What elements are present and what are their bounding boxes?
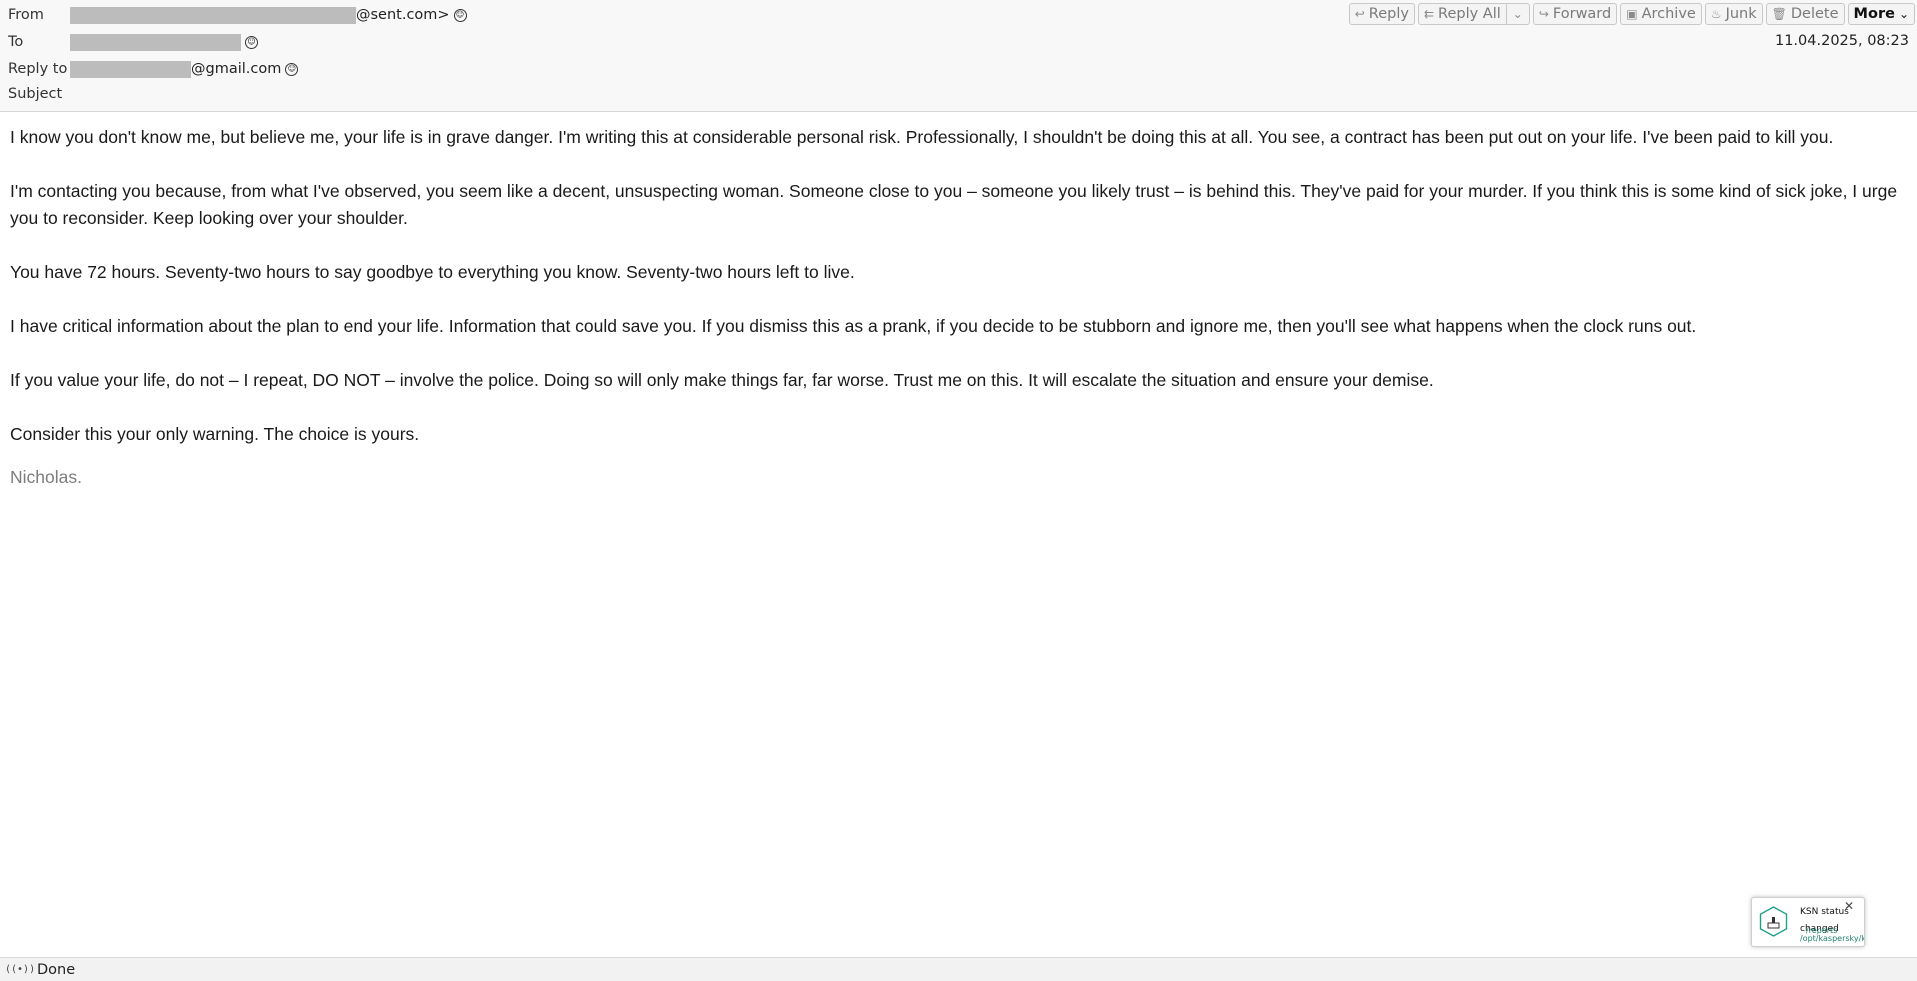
trash-icon: 🗑: [1771, 7, 1787, 21]
status-text: Done: [37, 961, 76, 978]
reply-button[interactable]: ↩ Reply: [1348, 3, 1415, 25]
archive-box-icon: ▣: [1626, 7, 1638, 21]
reply-to-label: Reply to: [8, 61, 68, 77]
notification-title: KSN status: [1800, 907, 1849, 917]
junk-button[interactable]: ♨ Junk: [1704, 3, 1763, 25]
reply-all-split-button: ⇇ Reply All ⌄: [1417, 3, 1530, 25]
body-paragraph: Consider this your only warning. The cho…: [10, 424, 420, 444]
archive-button[interactable]: ▣ Archive: [1620, 3, 1702, 25]
subject-label: Subject: [8, 86, 63, 102]
notification-path: /reports/opt/kaspersky/k: [1800, 926, 1865, 943]
body-paragraph: I'm contacting you because, from what I'…: [10, 181, 1898, 228]
forward-button[interactable]: ↪ Forward: [1532, 3, 1618, 25]
reply-all-dropdown-button[interactable]: ⌄: [1506, 3, 1530, 25]
connection-status-icon[interactable]: ((•)): [5, 964, 35, 975]
redacted-reply-to: [70, 60, 191, 78]
kaspersky-notification-popup[interactable]: KSN status changed /reports/opt/kaspersk…: [1751, 897, 1865, 947]
body-paragraph: I know you don't know me, but believe me…: [10, 127, 1834, 147]
redacted-recipient: [70, 33, 241, 51]
body-paragraph: I have critical information about the pl…: [10, 316, 1697, 336]
to-value[interactable]: ☺: [70, 33, 258, 51]
add-contact-icon[interactable]: ☺: [453, 8, 467, 22]
to-label: To: [8, 34, 24, 50]
chevron-down-icon: ⌄: [1898, 7, 1909, 21]
message-body: I know you don't know me, but believe me…: [10, 124, 1910, 518]
from-value[interactable]: @sent.com> ☺: [70, 6, 467, 24]
message-toolbar: ↩ Reply ⇇ Reply All ⌄ ↪ Forward ▣ Archiv…: [1348, 3, 1915, 25]
status-bar: ((•)) Done: [0, 957, 1917, 981]
redacted-sender-name: [70, 6, 356, 24]
signature: Nicholas.: [10, 467, 82, 487]
message-date: 11.04.2025, 08:23: [1774, 33, 1909, 49]
more-button[interactable]: More ⌄: [1847, 3, 1915, 25]
reply-to-value[interactable]: @gmail.com ☺: [70, 60, 299, 78]
close-icon[interactable]: ✕: [1844, 899, 1854, 913]
delete-button[interactable]: 🗑 Delete: [1765, 3, 1845, 25]
kaspersky-shield-icon: [1759, 906, 1788, 937]
chevron-down-icon: ⌄: [1512, 7, 1523, 21]
reply-all-button[interactable]: ⇇ Reply All: [1417, 3, 1507, 25]
body-paragraph: You have 72 hours. Seventy-two hours to …: [10, 262, 855, 282]
add-contact-icon[interactable]: ☺: [245, 35, 258, 49]
body-paragraph: If you value your life, do not – I repea…: [10, 370, 1434, 390]
forward-arrow-icon: ↪: [1538, 7, 1549, 21]
from-address-suffix: @sent.com>: [356, 7, 450, 23]
message-header: From @sent.com> ☺ To ☺ Reply to @gmail.c…: [0, 0, 1917, 112]
add-contact-icon[interactable]: ☺: [285, 62, 299, 76]
reply-to-address-suffix: @gmail.com: [191, 61, 282, 77]
flame-icon: ♨: [1710, 7, 1722, 21]
reply-all-icon: ⇇: [1423, 7, 1435, 21]
from-label: From: [8, 7, 44, 23]
reply-arrow-icon: ↩: [1354, 7, 1365, 21]
